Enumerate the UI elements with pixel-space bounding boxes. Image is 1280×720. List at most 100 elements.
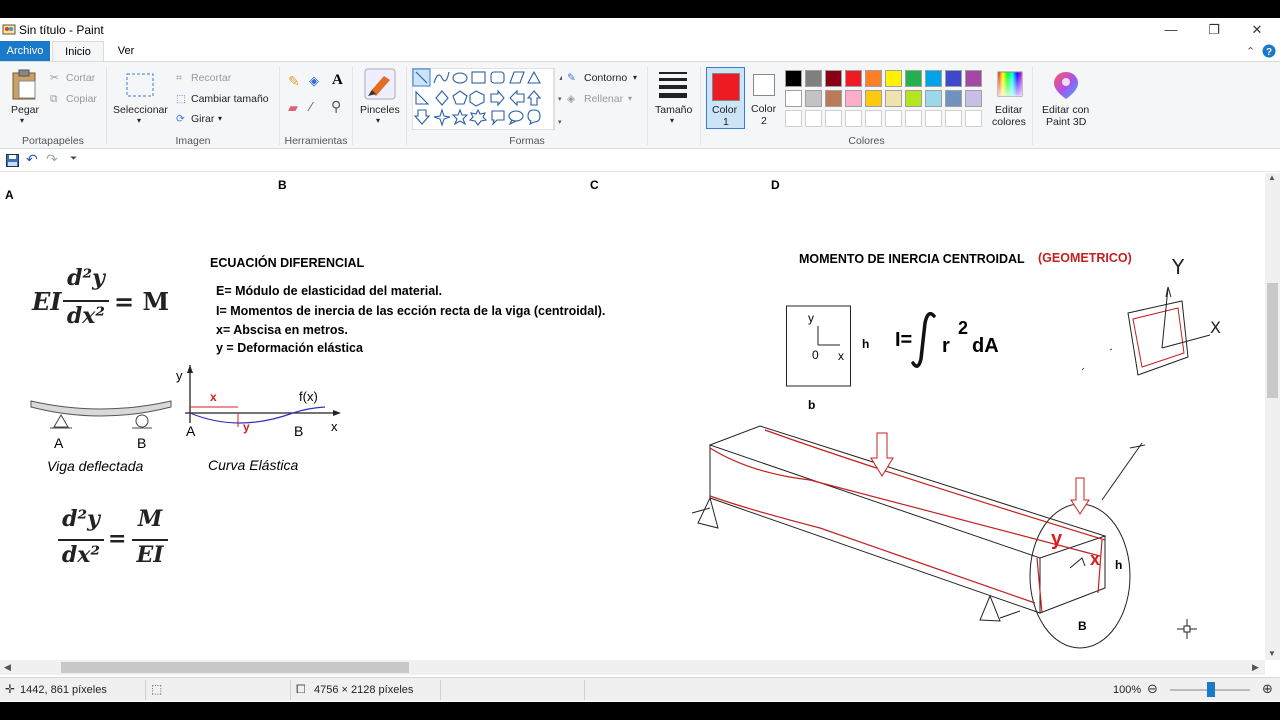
vertical-scrollbar[interactable]: ▲ ▼ [1265, 173, 1280, 660]
customize-qat-icon[interactable]: ⏷ [70, 153, 77, 164]
paint3d-label[interactable]: Editar con [1042, 104, 1089, 116]
paint3d-icon[interactable] [1052, 70, 1080, 100]
palette-swatch[interactable] [865, 70, 882, 87]
scroll-down-icon[interactable]: ▼ [1268, 649, 1276, 658]
palette-swatch[interactable] [865, 110, 882, 127]
vertical-scroll-thumb[interactable] [1267, 283, 1278, 398]
undo-icon[interactable]: ↶ [26, 151, 38, 168]
palette-swatch[interactable] [785, 70, 802, 87]
zoom-slider-thumb[interactable] [1207, 682, 1215, 697]
divider [279, 67, 280, 145]
palette-swatch[interactable] [925, 70, 942, 87]
scroll-right-icon[interactable]: ▶ [1252, 662, 1259, 673]
color-picker-icon[interactable]: ⁄ [310, 99, 312, 114]
color-palette [785, 70, 995, 132]
tab-home[interactable]: Inicio [52, 41, 104, 61]
rotate-dropdown-icon[interactable]: ▾ [218, 114, 222, 123]
size-dropdown-icon[interactable]: ▾ [670, 116, 674, 125]
copy-icon[interactable]: ⧉ [50, 93, 58, 106]
palette-swatch[interactable] [965, 90, 982, 107]
minimize-button[interactable]: — [1151, 20, 1191, 39]
palette-swatch[interactable] [845, 70, 862, 87]
paste-dropdown-icon[interactable]: ▾ [20, 116, 24, 125]
rotate-icon[interactable]: ⟳ [176, 113, 185, 125]
pencil-icon[interactable]: ✎ [288, 73, 300, 90]
palette-swatch[interactable] [845, 110, 862, 127]
horizontal-scroll-thumb[interactable] [61, 662, 409, 673]
cut-button[interactable]: Cortar [66, 72, 95, 84]
palette-swatch[interactable] [965, 110, 982, 127]
palette-swatch[interactable] [885, 110, 902, 127]
copy-button[interactable]: Copiar [66, 93, 97, 105]
collapse-ribbon-icon[interactable]: ⌃ [1246, 45, 1255, 58]
restore-button[interactable]: ❐ [1194, 20, 1234, 39]
palette-swatch[interactable] [785, 110, 802, 127]
palette-swatch[interactable] [805, 90, 822, 107]
palette-swatch[interactable] [925, 90, 942, 107]
outline-button[interactable]: Contorno [584, 72, 627, 84]
fill-shape-dropdown-icon[interactable]: ▾ [628, 94, 632, 103]
fill-icon[interactable]: ◈ [309, 73, 319, 89]
outline-icon[interactable]: ✎ [567, 72, 576, 84]
paste-icon[interactable] [11, 69, 39, 101]
canvas[interactable]: A B C D EI d²y dx² = M d²y dx² = M EI EC… [0, 173, 1265, 660]
fill-shape-icon[interactable]: ◈ [567, 93, 575, 105]
tab-view[interactable]: Ver [106, 41, 146, 61]
help-icon[interactable]: ? [1262, 44, 1276, 58]
palette-swatch[interactable] [885, 70, 902, 87]
palette-swatch[interactable] [805, 70, 822, 87]
size-icon[interactable] [657, 70, 689, 100]
redo-icon[interactable]: ↷ [46, 151, 58, 168]
eraser-icon[interactable]: ▰ [288, 100, 298, 116]
color2-button[interactable]: Color 2 [748, 67, 782, 129]
paste-button[interactable]: Pegar [11, 104, 39, 116]
resize-icon[interactable]: ⬚ [176, 93, 186, 105]
size-button[interactable]: Tamaño [655, 104, 692, 116]
shapes-gallery[interactable]: ▲ ▾ ▾ [412, 68, 562, 130]
palette-swatch[interactable] [945, 70, 962, 87]
close-button[interactable]: ✕ [1237, 20, 1277, 39]
palette-swatch[interactable] [945, 110, 962, 127]
crop-button[interactable]: Recortar [191, 72, 231, 84]
palette-swatch[interactable] [825, 110, 842, 127]
palette-swatch[interactable] [965, 70, 982, 87]
text-icon[interactable]: A [332, 72, 343, 89]
brushes-button[interactable]: Pinceles [360, 104, 400, 116]
edit-colors-icon[interactable] [996, 70, 1024, 98]
palette-swatch[interactable] [805, 110, 822, 127]
palette-swatch[interactable] [845, 90, 862, 107]
edit-colors-label-2[interactable]: colores [992, 116, 1026, 128]
palette-swatch[interactable] [925, 110, 942, 127]
resize-button[interactable]: Cambiar tamaño [191, 93, 269, 105]
select-button[interactable]: Seleccionar [113, 104, 168, 116]
zoom-out-icon[interactable]: ⊖ [1147, 681, 1158, 697]
outline-dropdown-icon[interactable]: ▾ [633, 73, 637, 82]
crop-icon[interactable]: ⌗ [176, 72, 182, 85]
brushes-dropdown-icon[interactable]: ▾ [376, 116, 380, 125]
palette-swatch[interactable] [945, 90, 962, 107]
scroll-left-icon[interactable]: ◀ [4, 662, 11, 673]
zoom-in-icon[interactable]: ⊕ [1262, 681, 1273, 697]
palette-swatch[interactable] [785, 90, 802, 107]
color1-button[interactable]: Color 1 [706, 67, 745, 129]
magnifier-icon[interactable]: ⚲ [331, 98, 341, 115]
palette-swatch[interactable] [905, 110, 922, 127]
select-dropdown-icon[interactable]: ▾ [137, 116, 141, 125]
palette-swatch[interactable] [905, 90, 922, 107]
select-icon[interactable] [125, 72, 155, 98]
save-icon[interactable] [6, 154, 19, 167]
horizontal-scrollbar[interactable]: ◀ ▶ [0, 660, 1265, 675]
brushes-icon[interactable] [364, 68, 396, 100]
edit-colors-label[interactable]: Editar [995, 104, 1022, 116]
palette-swatch[interactable] [825, 70, 842, 87]
tab-file[interactable]: Archivo [0, 41, 50, 61]
palette-swatch[interactable] [865, 90, 882, 107]
fill-shape-button[interactable]: Rellenar [584, 93, 623, 105]
paint3d-label-2[interactable]: Paint 3D [1046, 116, 1086, 128]
rotate-button[interactable]: Girar [191, 113, 214, 125]
palette-swatch[interactable] [885, 90, 902, 107]
cut-icon[interactable]: ✂ [50, 72, 59, 84]
scroll-up-icon[interactable]: ▲ [1268, 173, 1276, 182]
palette-swatch[interactable] [905, 70, 922, 87]
palette-swatch[interactable] [825, 90, 842, 107]
